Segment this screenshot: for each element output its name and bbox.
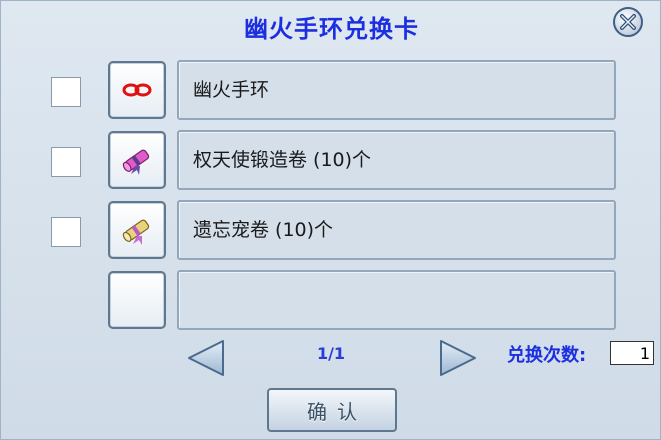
scroll-yellow-icon <box>122 219 150 245</box>
row-1-name: 幽火手环 <box>193 79 270 101</box>
row-3-name-field: 遗忘宠卷 (10)个 <box>177 200 616 260</box>
row-4-name-field <box>177 270 616 330</box>
close-button[interactable] <box>612 6 644 38</box>
row-2-name-field: 权天使锻造卷 (10)个 <box>177 130 616 190</box>
bracelet-icon <box>122 83 152 97</box>
next-page-button[interactable] <box>437 338 479 378</box>
confirm-button[interactable]: 确认 <box>267 388 397 432</box>
row-2-name: 权天使锻造卷 (10)个 <box>193 149 372 171</box>
dialog-title: 幽火手环兑换卡 <box>244 15 419 43</box>
right-arrow-icon <box>440 340 476 376</box>
row-2-checkbox[interactable] <box>51 147 81 177</box>
row-4-item-slot[interactable] <box>108 271 166 329</box>
exchange-count-label: 兑换次数: <box>507 345 587 366</box>
row-2-item-slot[interactable] <box>108 131 166 189</box>
row-1-item-slot[interactable] <box>108 61 166 119</box>
close-icon <box>613 7 643 37</box>
row-1-name-field: 幽火手环 <box>177 60 616 120</box>
exchange-count-input[interactable] <box>610 341 654 365</box>
page-indicator: 1/1 <box>316 344 346 363</box>
row-3-item-slot[interactable] <box>108 201 166 259</box>
row-1-checkbox[interactable] <box>51 77 81 107</box>
row-3-name: 遗忘宠卷 (10)个 <box>193 219 334 241</box>
prev-page-button[interactable] <box>185 338 227 378</box>
row-3-checkbox[interactable] <box>51 217 81 247</box>
left-arrow-icon <box>188 340 224 376</box>
exchange-dialog: 幽火手环兑换卡 幽火手环 权天使锻造卷 (10)个 遗忘宠卷 (10)个 1/1… <box>0 0 661 440</box>
scroll-pink-icon <box>122 149 150 175</box>
